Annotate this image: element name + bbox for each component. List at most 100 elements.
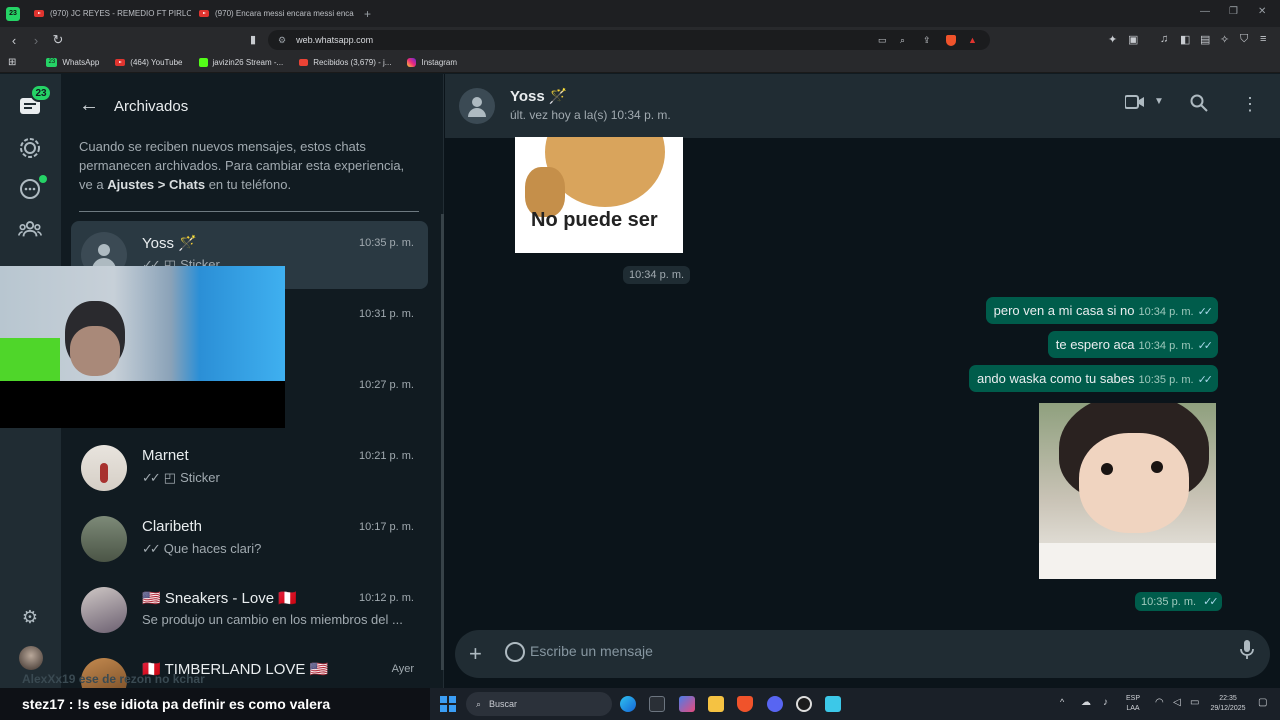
share-icon[interactable]: ⇪ xyxy=(923,35,931,46)
leo-ai-icon[interactable]: ✧ xyxy=(1220,33,1229,46)
apps-icon[interactable]: ⊞ xyxy=(0,57,24,68)
unread-badge: 23 xyxy=(30,84,52,102)
microphone-icon[interactable]: ♪ xyxy=(1103,697,1108,708)
settings-icon[interactable]: ⚙ xyxy=(18,605,42,629)
archived-info-text: Cuando se reciben nuevos mensajes, estos… xyxy=(79,137,419,194)
brave-shields-icon[interactable] xyxy=(946,34,956,46)
reload-icon[interactable]: ↻ xyxy=(47,32,69,48)
chat-row-marnet[interactable]: Marnet 10:21 p. m. ✓✓ ◰ Sticker xyxy=(71,434,428,502)
outgoing-message[interactable]: pero ven a mi casa si no 10:34 p. m. ✓✓ xyxy=(985,297,1218,324)
cast-icon[interactable]: ▭ xyxy=(878,35,887,46)
brave-icon[interactable] xyxy=(737,696,753,712)
read-ticks-icon: ✓✓ xyxy=(1203,596,1219,608)
close-window-icon[interactable]: ✕ xyxy=(1258,6,1266,17)
microphone-icon[interactable] xyxy=(1240,640,1254,665)
tab-encara-messi[interactable]: (970) Encara messi encara messi enca ✕ xyxy=(191,0,356,27)
brave-rewards-icon[interactable]: ▲ xyxy=(968,35,977,45)
clock-date: 29/12/2025 xyxy=(1210,705,1246,712)
sticker-no-puede-ser[interactable]: No puede ser xyxy=(515,137,683,253)
photo-eye xyxy=(1101,463,1113,475)
chevron-down-icon[interactable]: ▼ xyxy=(1154,96,1164,107)
message-time: 10:35 p. m. xyxy=(1138,374,1194,386)
bookmark-instagram[interactable]: Instagram xyxy=(399,58,465,67)
message-input[interactable]: Escribe un mensaje xyxy=(530,643,653,659)
outgoing-message[interactable]: te espero aca 10:34 p. m. ✓✓ xyxy=(1047,331,1218,358)
chat-row-claribeth[interactable]: Claribeth 10:17 p. m. ✓✓ Que haces clari? xyxy=(71,505,428,573)
bookmark-label: (464) YouTube xyxy=(130,58,183,67)
sticker-baby-photo[interactable] xyxy=(1039,403,1216,579)
tab-jc-reyes[interactable]: (970) JC REYES - REMEDIO FT PIRLO xyxy=(26,0,191,27)
forward-icon[interactable]: › xyxy=(25,33,47,48)
outgoing-message[interactable]: ando waska como tu sabes 10:35 p. m. ✓✓ xyxy=(968,365,1218,392)
whatsapp-tab-badge[interactable]: 23 xyxy=(6,6,20,21)
notepad-icon[interactable] xyxy=(825,696,841,712)
chat-time: 10:27 p. m. xyxy=(358,379,414,391)
sidebar-icon[interactable]: ◧ xyxy=(1180,33,1190,46)
minimize-icon[interactable]: — xyxy=(1200,6,1210,17)
chat-time: 10:31 p. m. xyxy=(358,308,414,320)
wifi-icon[interactable]: ◠ xyxy=(1155,697,1164,708)
tab-title: (970) JC REYES - REMEDIO FT PIRLO xyxy=(50,9,191,18)
screenshot-icon[interactable]: ▣ xyxy=(1128,33,1138,46)
notifications-icon[interactable]: ▢ xyxy=(1258,697,1267,708)
sticker-caption: No puede ser xyxy=(531,209,658,231)
edge-icon[interactable] xyxy=(620,696,636,712)
zoom-icon[interactable]: ⌕ xyxy=(900,35,905,46)
video-call-icon[interactable] xyxy=(1124,94,1145,115)
bookmark-youtube[interactable]: (464) YouTube xyxy=(107,58,190,67)
discord-icon[interactable] xyxy=(767,696,783,712)
back-arrow-icon[interactable]: ← xyxy=(79,94,99,117)
media-icon[interactable]: ♫ xyxy=(1160,33,1168,45)
url-bar[interactable]: ⚙ web.whatsapp.com ▭ ⌕ ⇪ ▲ xyxy=(268,30,990,50)
obs-icon[interactable] xyxy=(796,696,812,712)
attach-plus-icon[interactable]: + xyxy=(469,641,482,667)
store-icon[interactable] xyxy=(649,696,665,712)
instagram-icon xyxy=(407,58,417,67)
bookmark-kick[interactable]: javizin26 Stream -... xyxy=(191,58,292,67)
stream-chat-line: stez17 : !s ese idiota pa definir es com… xyxy=(22,696,331,712)
widgets-icon[interactable] xyxy=(679,696,695,712)
kick-icon xyxy=(198,58,208,67)
more-options-icon[interactable]: ⋮ xyxy=(1241,94,1259,115)
channels-icon[interactable] xyxy=(18,175,47,201)
site-info-icon[interactable]: ⚙ xyxy=(278,35,286,46)
chat-name: 🇺🇸 Sneakers - Love 🇵🇪 xyxy=(142,590,297,607)
onedrive-icon[interactable]: ☁ xyxy=(1081,697,1091,708)
new-tab-button[interactable]: + xyxy=(356,7,379,21)
back-icon[interactable]: ‹ xyxy=(3,33,25,48)
status-icon[interactable] xyxy=(18,136,42,160)
windows-start-icon[interactable] xyxy=(440,696,456,712)
vpn-icon[interactable]: ⛉ xyxy=(1240,33,1248,46)
message-composer: + Escribe un mensaje xyxy=(445,628,1280,678)
bookmark-icon[interactable]: ▮ xyxy=(250,33,256,46)
avatar-figure xyxy=(100,463,108,483)
file-explorer-icon[interactable] xyxy=(708,696,724,712)
bookmark-gmail[interactable]: Recibidos (3,679) - j... xyxy=(291,58,399,67)
profile-avatar[interactable] xyxy=(19,646,43,670)
wallet-icon[interactable]: ▤ xyxy=(1200,33,1210,46)
chevron-up-icon[interactable]: ^ xyxy=(1060,697,1064,707)
chat-name: Yoss 🪄 xyxy=(142,235,197,252)
clock[interactable]: 22:35 29/12/2025 xyxy=(1204,694,1252,714)
maximize-icon[interactable]: ❐ xyxy=(1229,6,1238,17)
chat-time: 10:12 p. m. xyxy=(358,592,414,604)
volume-icon[interactable]: ◁ xyxy=(1173,697,1181,708)
chat-row-sneakers[interactable]: 🇺🇸 Sneakers - Love 🇵🇪 10:12 p. m. Se pro… xyxy=(71,576,428,644)
bookmark-whatsapp[interactable]: 23 WhatsApp xyxy=(38,58,107,67)
menu-icon[interactable]: ≡ xyxy=(1260,33,1266,45)
photo-face xyxy=(1079,433,1189,533)
search-icon[interactable] xyxy=(1190,94,1208,117)
contact-avatar xyxy=(81,516,127,562)
language-indicator[interactable]: ESP LAA xyxy=(1120,694,1146,714)
photo-shirt xyxy=(1039,543,1216,579)
conversation-header[interactable]: Yoss 🪄 últ. vez hoy a la(s) 10:34 p. m. … xyxy=(445,74,1280,138)
default-avatar[interactable] xyxy=(459,88,495,124)
webcam-dark-area xyxy=(0,381,285,428)
extensions-icon[interactable]: ✦ xyxy=(1108,33,1117,46)
communities-icon[interactable] xyxy=(18,217,42,241)
battery-icon[interactable]: ▭ xyxy=(1190,697,1199,708)
sidebar-scrollbar[interactable] xyxy=(441,214,444,670)
taskbar-search[interactable]: ⌕ Buscar xyxy=(466,692,612,716)
emoji-icon[interactable] xyxy=(505,642,525,662)
tab-title: (970) Encara messi encara messi enca xyxy=(215,9,354,18)
